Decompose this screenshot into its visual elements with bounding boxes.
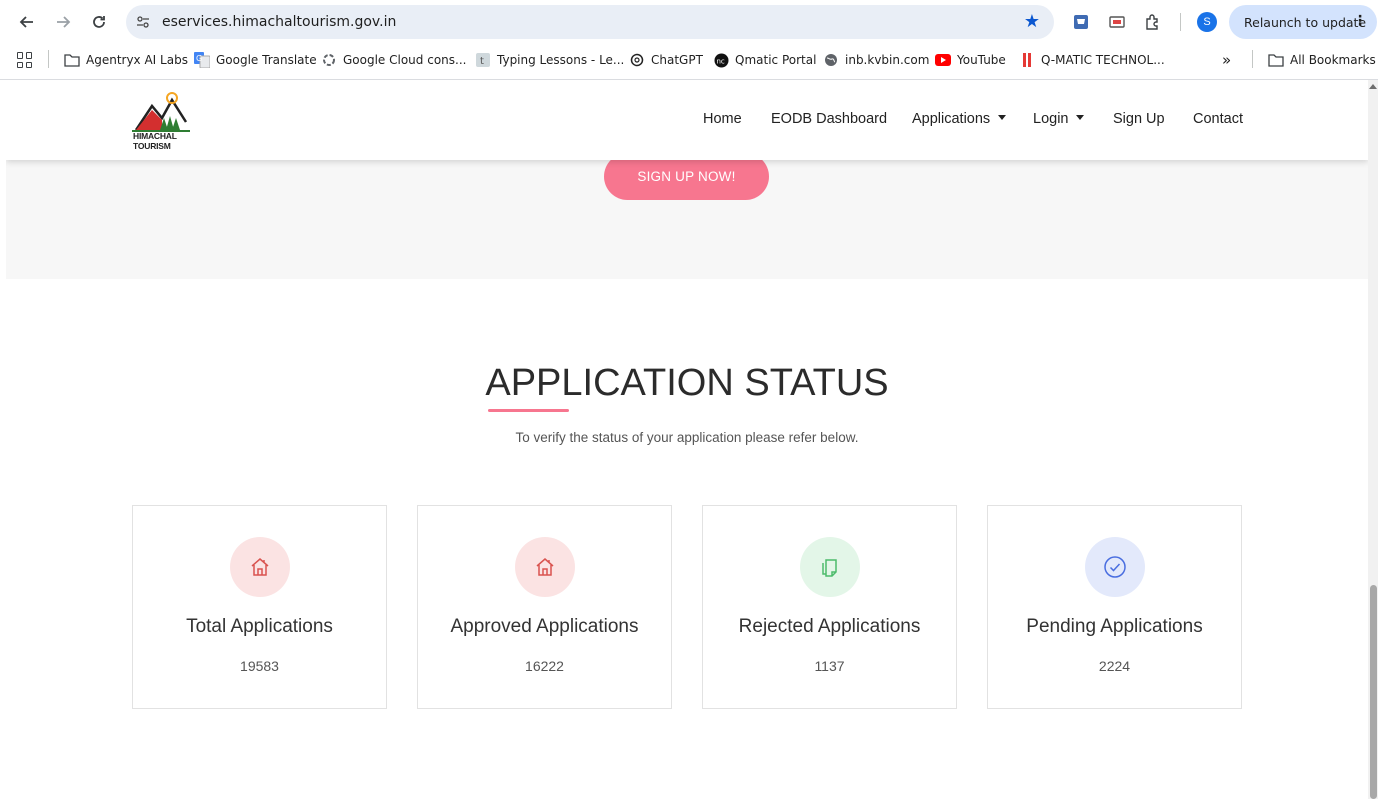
site-header: HIMACHAL TOURISM Home EODB Dashboard App…	[6, 80, 1368, 160]
bookmarks-divider	[48, 50, 49, 68]
nav-applications-dropdown[interactable]: Applications	[912, 111, 1007, 127]
logo-text: TOURISM	[133, 141, 171, 151]
status-card-rejected: Rejected Applications 1137	[702, 505, 957, 709]
bookmark-label: Google Translate	[216, 53, 317, 67]
nav-label: Login	[1033, 111, 1069, 127]
bookmark-youtube[interactable]: YouTube	[935, 50, 1006, 70]
bookmark-label: Qmatic Portal	[735, 53, 817, 67]
caret-down-icon	[998, 114, 1007, 120]
card-label: Total Applications	[186, 616, 333, 637]
folder-icon	[64, 52, 80, 68]
bookmarks-overflow-button[interactable]: »	[1222, 50, 1231, 70]
bookmark-label: inb.kvbin.com	[845, 53, 930, 67]
qmatic-icon: nc	[713, 52, 729, 68]
bookmark-chatgpt[interactable]: ChatGPT	[629, 50, 703, 70]
title-underline	[488, 409, 569, 412]
bookmark-label: YouTube	[957, 53, 1006, 67]
check-circle-icon	[1085, 537, 1145, 597]
nav-sign-up[interactable]: Sign Up	[1113, 111, 1165, 127]
card-value: 1137	[814, 658, 845, 674]
bookmark-label: Agentryx AI Labs	[86, 53, 188, 67]
svg-text:G: G	[196, 54, 202, 63]
cloud-icon	[321, 52, 337, 68]
bookmark-inb-kvbin[interactable]: inb.kvbin.com	[823, 50, 929, 70]
bookmark-google-translate[interactable]: G Google Translate	[194, 50, 317, 70]
translate-icon: G	[194, 52, 210, 68]
address-bar[interactable]: eservices.himachaltourism.gov.in ★	[126, 5, 1054, 39]
card-label: Approved Applications	[450, 616, 639, 637]
bookmarks-divider	[1252, 50, 1253, 68]
bookmark-label: Typing Lessons - Le...	[497, 53, 625, 67]
bookmark-label: Google Cloud cons...	[343, 53, 467, 67]
logo-text: HIMACHAL	[133, 131, 177, 141]
all-bookmarks-label: All Bookmarks	[1290, 53, 1376, 67]
site-info-icon[interactable]	[134, 13, 152, 31]
svg-text:nc: nc	[716, 57, 724, 65]
bookmark-label: ChatGPT	[651, 53, 703, 67]
card-value: 2224	[1098, 658, 1131, 674]
bookmark-star-icon[interactable]: ★	[1024, 11, 1040, 32]
caret-down-icon	[1076, 114, 1085, 120]
bookmark-label: Q-MATIC TECHNOL...	[1041, 53, 1165, 67]
bookmark-agentryx[interactable]: Agentryx AI Labs	[64, 50, 188, 70]
document-icon	[800, 537, 860, 597]
nav-login-dropdown[interactable]: Login	[1033, 111, 1085, 127]
scroll-up-arrow-icon[interactable]	[1369, 84, 1377, 89]
qmatic-tech-icon	[1019, 52, 1035, 68]
folder-icon	[1268, 52, 1284, 68]
house-icon	[515, 537, 575, 597]
youtube-icon	[935, 52, 951, 68]
bookmark-typing-lessons[interactable]: t Typing Lessons - Le...	[475, 50, 624, 70]
svg-text:t: t	[480, 56, 484, 67]
card-label: Pending Applications	[1026, 616, 1203, 637]
relaunch-button[interactable]: Relaunch to update ⋮	[1229, 5, 1377, 39]
shopping-cart-icon[interactable]	[1070, 11, 1092, 33]
card-value: 16222	[525, 658, 564, 674]
card-label: Rejected Applications	[738, 616, 921, 637]
browser-toolbar: eservices.himachaltourism.gov.in ★ S Rel…	[0, 0, 1378, 44]
scrollbar-thumb[interactable]	[1370, 585, 1377, 799]
all-bookmarks-button[interactable]: All Bookmarks	[1268, 50, 1376, 70]
nav-eodb-dashboard[interactable]: EODB Dashboard	[771, 111, 887, 127]
typing-icon: t	[475, 52, 491, 68]
forward-arrow-icon[interactable]	[51, 10, 75, 34]
card-value: 19583	[240, 658, 279, 674]
section-title: APPLICATION STATUS	[485, 362, 889, 404]
bookmark-google-cloud[interactable]: Google Cloud cons...	[321, 50, 466, 70]
url-text[interactable]: eservices.himachaltourism.gov.in	[162, 14, 396, 30]
nav-label: Applications	[912, 111, 991, 127]
bookmark-qmatic-technol[interactable]: Q-MATIC TECHNOL...	[1019, 50, 1165, 70]
globe-icon	[823, 52, 839, 68]
cast-icon[interactable]	[1106, 11, 1128, 33]
status-card-total: Total Applications 19583	[132, 505, 387, 709]
reload-icon[interactable]	[87, 10, 111, 34]
bookmark-qmatic-portal[interactable]: nc Qmatic Portal	[713, 50, 816, 70]
nav-contact[interactable]: Contact	[1193, 111, 1243, 127]
status-card-approved: Approved Applications 16222	[417, 505, 672, 709]
profile-avatar[interactable]: S	[1197, 12, 1217, 32]
apps-grid-icon[interactable]	[17, 52, 33, 68]
sign-up-now-button[interactable]: SIGN UP NOW!	[604, 153, 769, 200]
status-card-pending: Pending Applications 2224	[987, 505, 1242, 709]
extensions-icon[interactable]	[1142, 11, 1164, 33]
page-viewport: HIMACHAL TOURISM Home EODB Dashboard App…	[6, 80, 1368, 799]
house-icon	[230, 537, 290, 597]
section-subtitle: To verify the status of your application…	[515, 430, 859, 445]
relaunch-label: Relaunch to update	[1244, 14, 1367, 30]
nav-home[interactable]: Home	[703, 111, 742, 127]
menu-dots-icon[interactable]: ⋮	[1353, 13, 1367, 29]
back-arrow-icon[interactable]	[15, 10, 39, 34]
toolbar-divider	[1180, 13, 1181, 31]
chatgpt-icon	[629, 52, 645, 68]
